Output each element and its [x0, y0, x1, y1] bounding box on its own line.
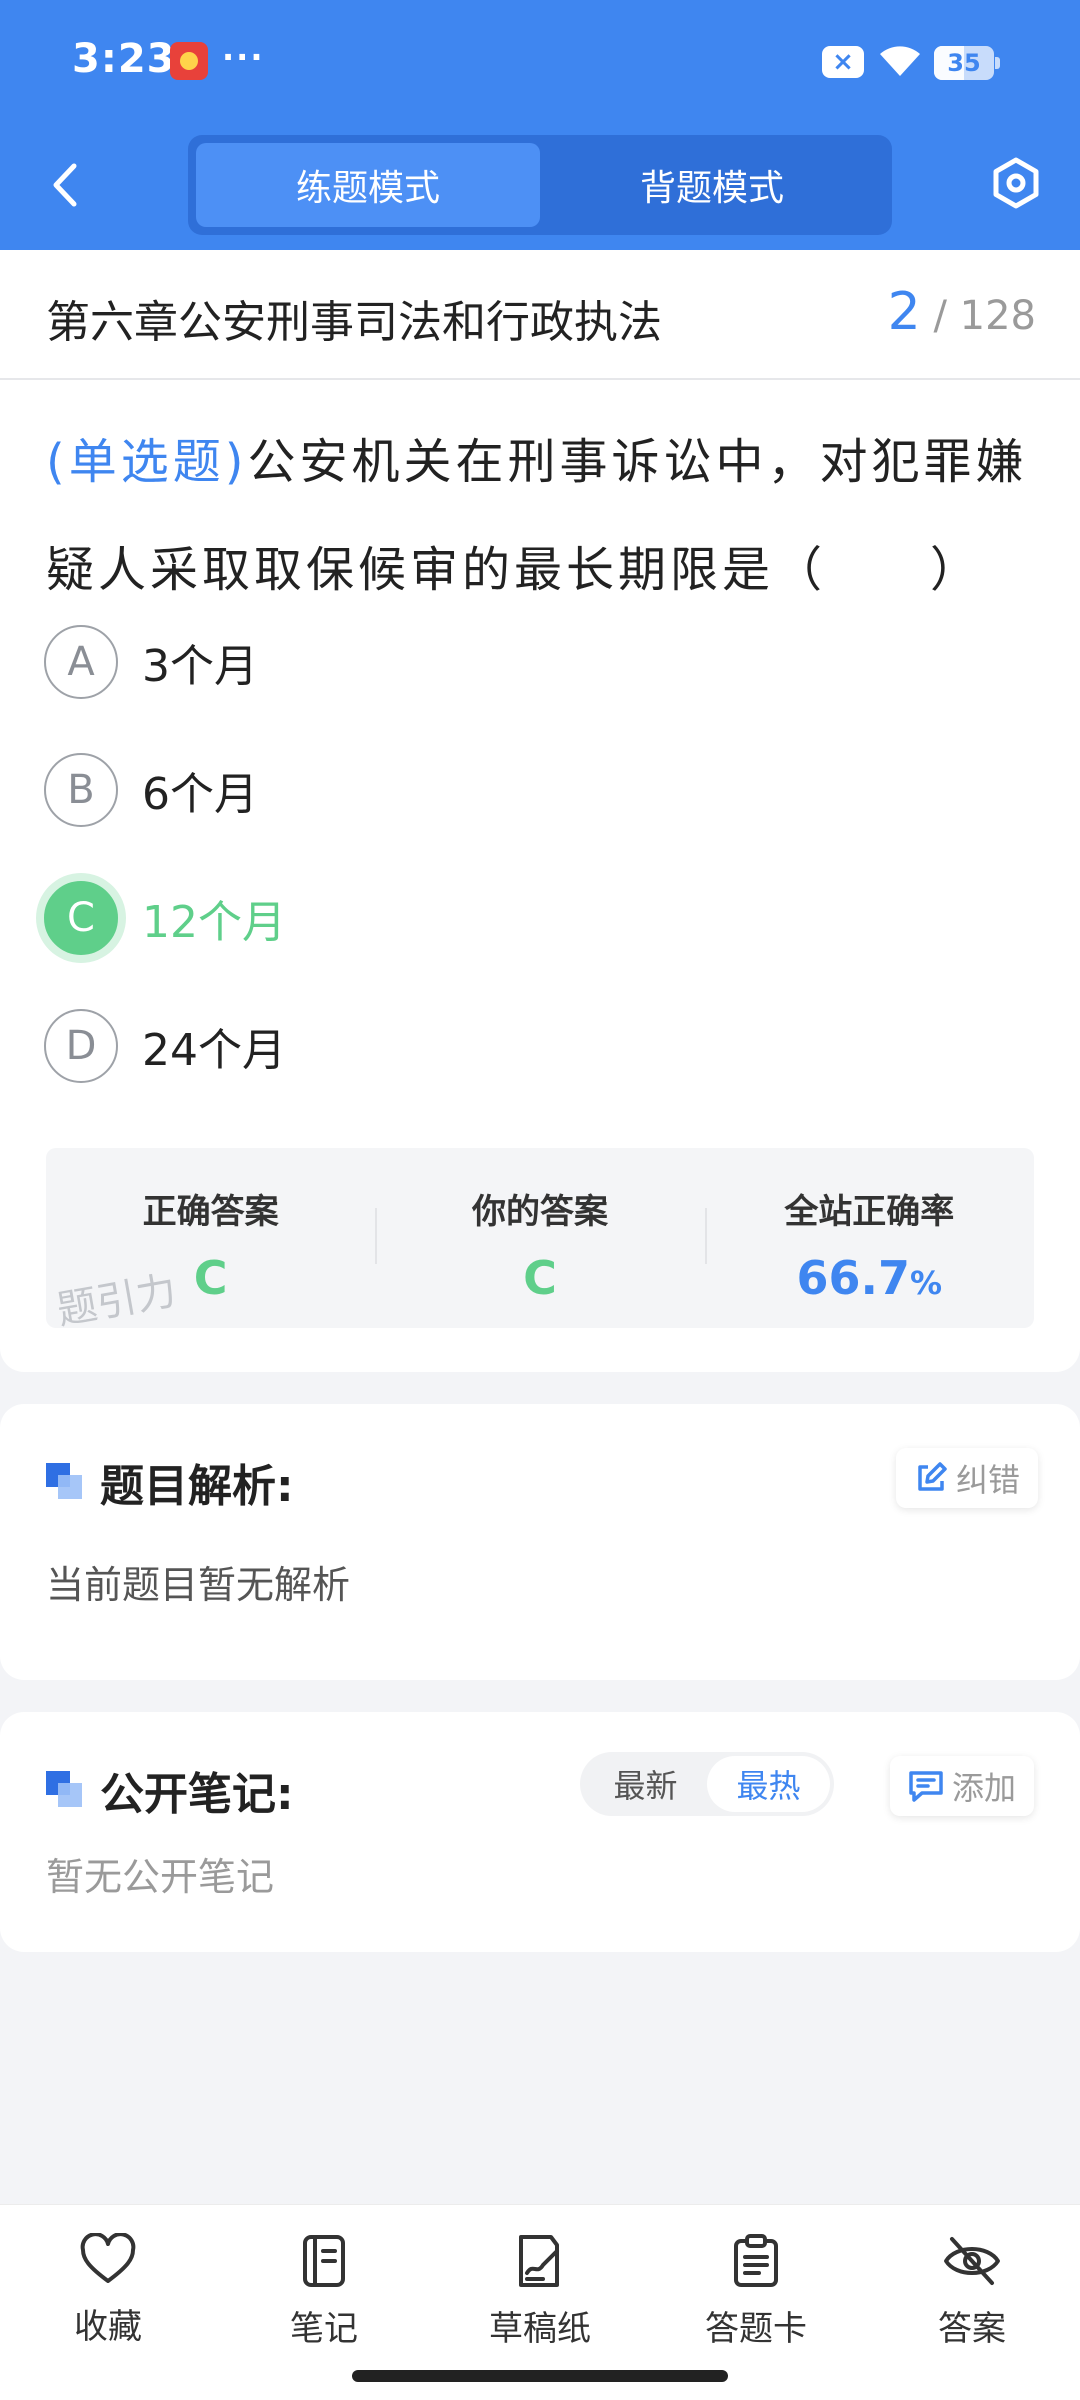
accuracy-unit: %	[910, 1264, 943, 1302]
notes-heading: 公开笔记:	[46, 1758, 294, 1822]
correct-answer-label: 正确答案	[142, 1192, 279, 1232]
heart-icon	[80, 2233, 136, 2283]
question-card: (单选题)公安机关在刑事诉讼中，对犯罪嫌疑人采取取保候审的最长期限是（ ） A …	[0, 380, 1080, 1372]
add-note-label: 添加	[952, 1769, 1017, 1807]
current-question-number: 2	[887, 282, 921, 342]
question-stem: (单选题)公安机关在刑事诉讼中，对犯罪嫌疑人采取取保候审的最长期限是（ ）	[46, 408, 1046, 624]
sort-latest[interactable]: 最新	[584, 1756, 707, 1812]
notes-empty-text: 暂无公开笔记	[46, 1855, 275, 1899]
correct-answer-column: 正确答案 C 题引力	[46, 1148, 375, 1334]
option-letter: A	[44, 625, 118, 699]
option-text: 3个月	[142, 641, 258, 692]
question-type: (单选题)	[46, 434, 248, 490]
home-indicator[interactable]	[352, 2370, 728, 2382]
app-notification-icon	[170, 42, 208, 80]
option-b[interactable]: B 6个月	[44, 752, 258, 828]
accuracy-column: 全站正确率 66.7%	[704, 1148, 1034, 1328]
add-note-button[interactable]: 添加	[890, 1756, 1035, 1816]
battery-level: 35	[947, 49, 981, 77]
settings-button[interactable]	[988, 155, 1044, 211]
tab-practice-mode[interactable]: 练题模式	[196, 143, 540, 227]
option-letter: D	[44, 1009, 118, 1083]
chapter-title: 第六章公安刑事司法和行政执法	[46, 297, 662, 348]
gear-icon	[993, 157, 1039, 209]
option-letter: B	[44, 753, 118, 827]
option-text: 24个月	[142, 1025, 286, 1076]
favorite-label: 收藏	[74, 2307, 142, 2347]
draft-paper-icon	[519, 2235, 559, 2287]
your-answer-value: C	[523, 1251, 557, 1305]
wifi-icon	[876, 40, 924, 84]
chapter-bar: 第六章公安刑事司法和行政执法 2 / 128	[0, 250, 1080, 380]
notes-label: 笔记	[290, 2309, 358, 2349]
sort-hottest[interactable]: 最热	[707, 1756, 830, 1812]
show-answer-label: 答案	[938, 2309, 1006, 2349]
answer-sheet-label: 答题卡	[705, 2309, 807, 2349]
eye-off-icon	[944, 2237, 1000, 2285]
option-text: 6个月	[142, 769, 258, 820]
report-error-label: 纠错	[956, 1461, 1021, 1499]
section-square-icon	[46, 1463, 84, 1501]
analysis-text: 当前题目暂无解析	[46, 1563, 351, 1607]
public-notes-card: 公开笔记: 最新 最热 添加 暂无公开笔记	[0, 1712, 1080, 1952]
comment-icon	[909, 1771, 943, 1802]
progress-separator: /	[933, 293, 947, 339]
option-letter-correct: C	[44, 881, 118, 955]
accuracy-label: 全站正确率	[784, 1192, 955, 1232]
favorite-button[interactable]: 收藏	[0, 2205, 216, 2400]
report-error-button[interactable]: 纠错	[896, 1448, 1039, 1508]
notes-sort-switch: 最新 最热	[580, 1752, 834, 1816]
option-text-correct: 12个月	[142, 897, 286, 948]
app-header: 3:23 ··· × 35 练题模式 背题模式	[0, 0, 1080, 250]
question-progress: 2 / 128	[888, 282, 1036, 342]
your-answer-column: 你的答案 C	[375, 1148, 704, 1328]
total-questions: 128	[959, 293, 1036, 339]
show-answer-button[interactable]: 答案	[864, 2205, 1080, 2400]
status-more-dots: ···	[222, 38, 265, 76]
accuracy-number: 66.7	[796, 1251, 911, 1305]
your-answer-label: 你的答案	[471, 1192, 608, 1232]
chevron-left-icon	[53, 163, 77, 207]
mode-switch: 练题模式 背题模式	[188, 135, 892, 235]
draft-paper-label: 草稿纸	[489, 2309, 591, 2349]
option-d[interactable]: D 24个月	[44, 1008, 286, 1084]
analysis-title: 题目解析:	[100, 1461, 294, 1512]
status-time: 3:23	[72, 36, 176, 82]
accuracy-value: 66.7%	[705, 1251, 1034, 1305]
battery-icon: 35	[934, 46, 1000, 80]
answer-sheet-icon	[734, 2234, 778, 2287]
option-c[interactable]: C 12个月	[44, 880, 286, 956]
answer-summary: 正确答案 C 题引力 你的答案 C 全站正确率 66.7%	[46, 1148, 1034, 1334]
section-square-icon	[46, 1771, 84, 1809]
tab-memorize-mode[interactable]: 背题模式	[540, 143, 884, 227]
blocked-signal-icon: ×	[822, 46, 864, 78]
notebook-icon	[303, 2235, 345, 2287]
analysis-card: 题目解析: 纠错 当前题目暂无解析	[0, 1404, 1080, 1680]
notes-title: 公开笔记:	[100, 1769, 294, 1820]
option-a[interactable]: A 3个月	[44, 624, 258, 700]
edit-icon	[918, 1462, 947, 1491]
back-button[interactable]	[40, 150, 90, 220]
analysis-heading: 题目解析:	[46, 1450, 294, 1514]
